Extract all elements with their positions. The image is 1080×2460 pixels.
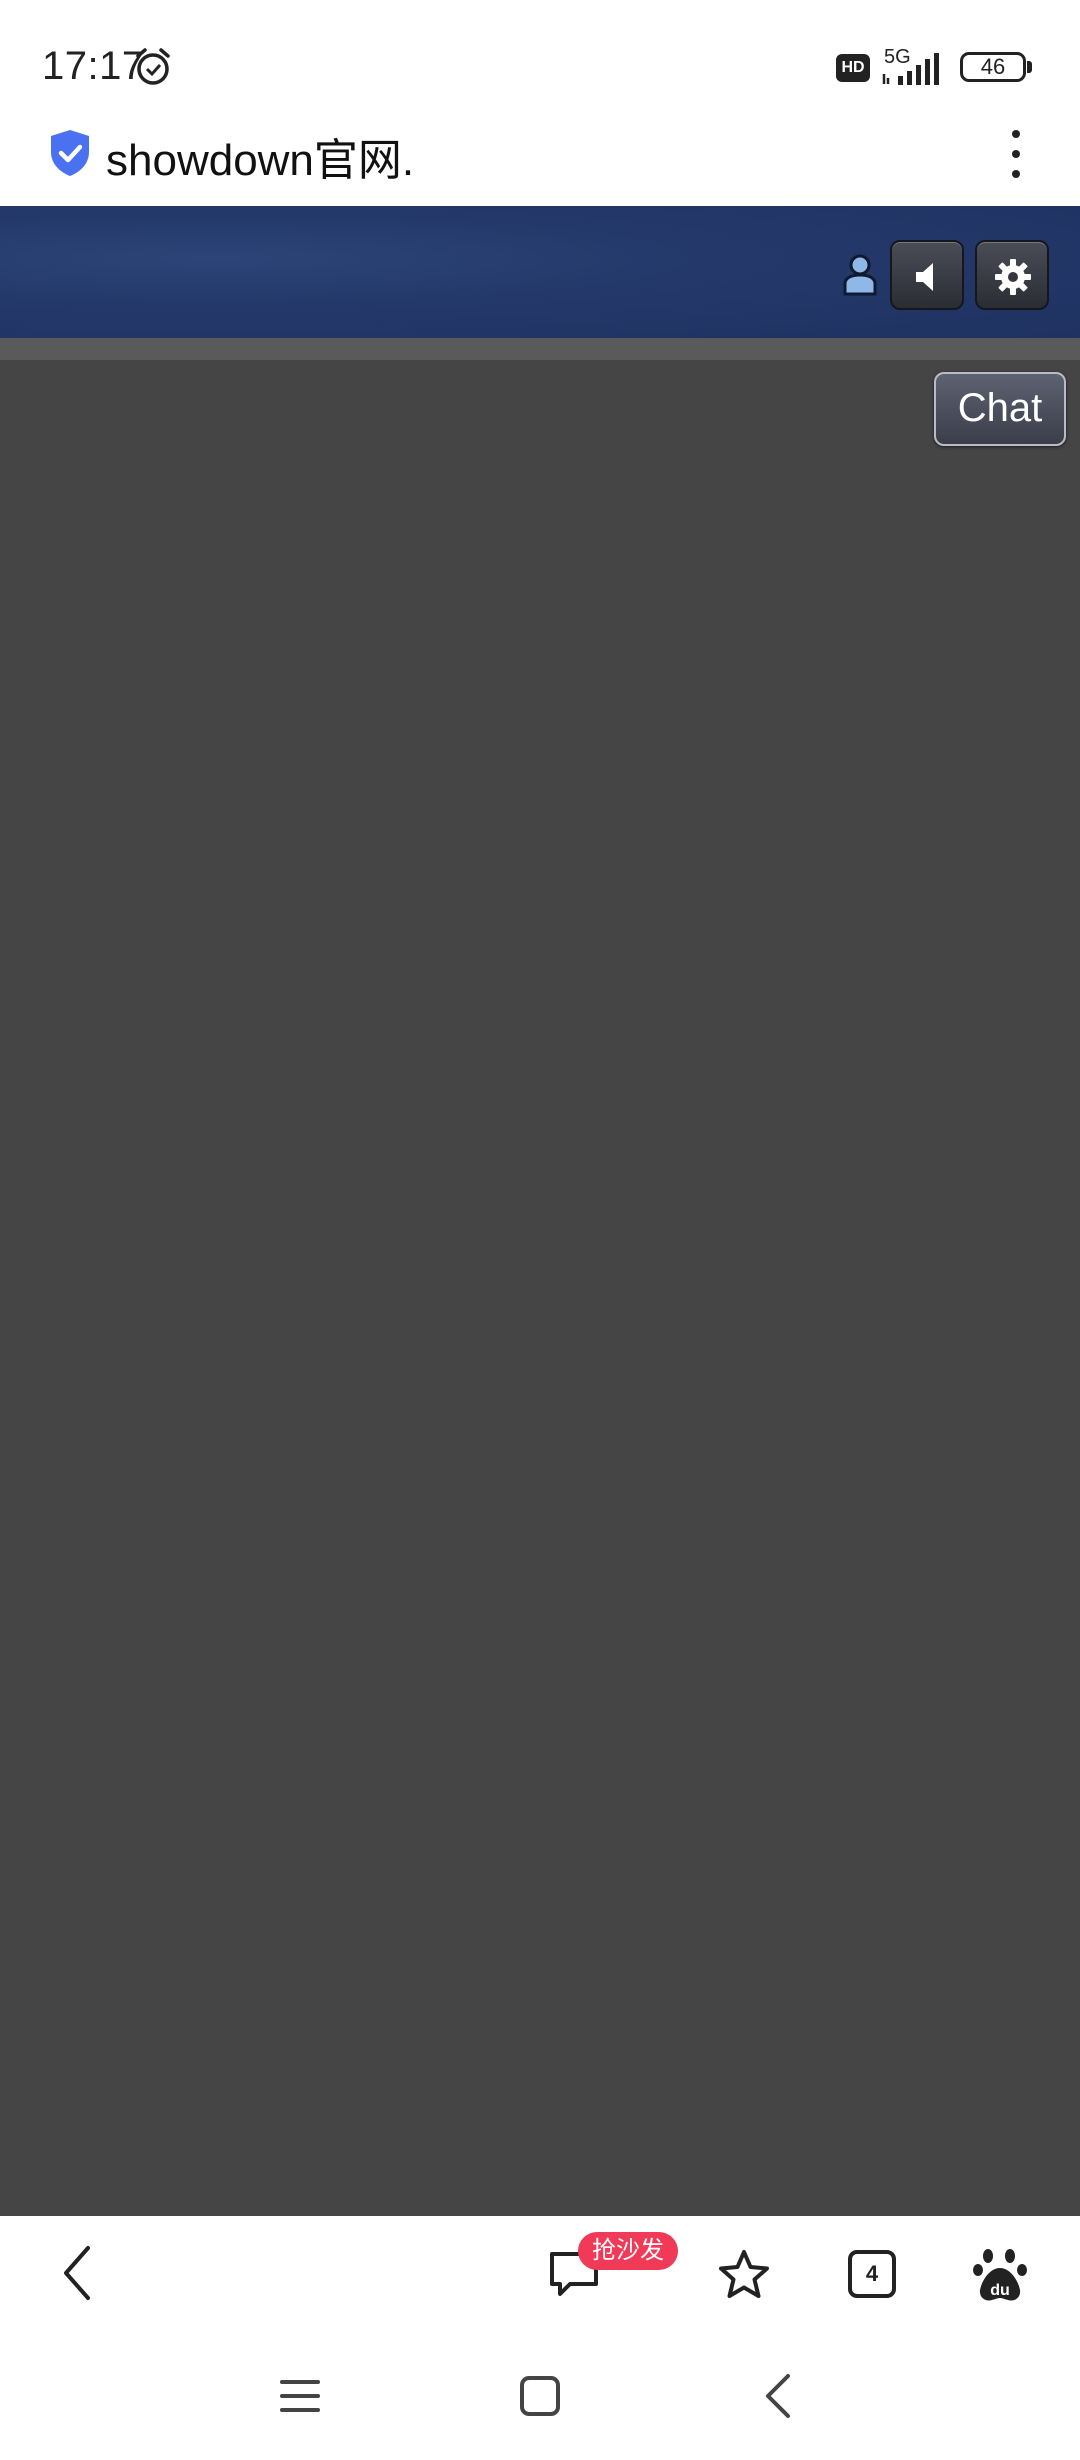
speaker-icon [916, 263, 933, 291]
more-options-icon[interactable] [1004, 126, 1028, 182]
gear-icon [995, 259, 1031, 295]
comment-badge[interactable]: 抢沙发 [578, 2232, 678, 2270]
sound-button[interactable] [890, 240, 964, 310]
star-icon[interactable] [716, 2248, 772, 2302]
security-shield-icon [51, 130, 89, 176]
svg-text:du: du [990, 2282, 1010, 2299]
chat-button[interactable]: Chat [934, 372, 1066, 446]
user-icon[interactable] [842, 252, 878, 296]
recent-apps-icon[interactable] [278, 2376, 322, 2416]
tabs-count-button[interactable]: 4 [848, 2250, 896, 2298]
settings-button[interactable] [975, 240, 1049, 310]
signal-strength-icon [882, 53, 939, 85]
battery-indicator: 46 [960, 52, 1026, 82]
back-arrow-icon[interactable] [56, 2242, 100, 2304]
url-text[interactable]: showdown官网. [106, 124, 414, 188]
status-time: 17:17 [42, 44, 145, 88]
main-content-area [0, 360, 1080, 2216]
home-icon[interactable] [518, 2374, 562, 2418]
hd-badge: HD [836, 54, 870, 82]
alarm-clock-icon [136, 48, 170, 85]
baidu-paw-icon[interactable]: du [972, 2246, 1028, 2304]
header-divider [0, 338, 1080, 360]
system-back-icon[interactable] [762, 2372, 794, 2420]
battery-nub [1027, 61, 1032, 73]
browser-toolbar [0, 2216, 1080, 2352]
